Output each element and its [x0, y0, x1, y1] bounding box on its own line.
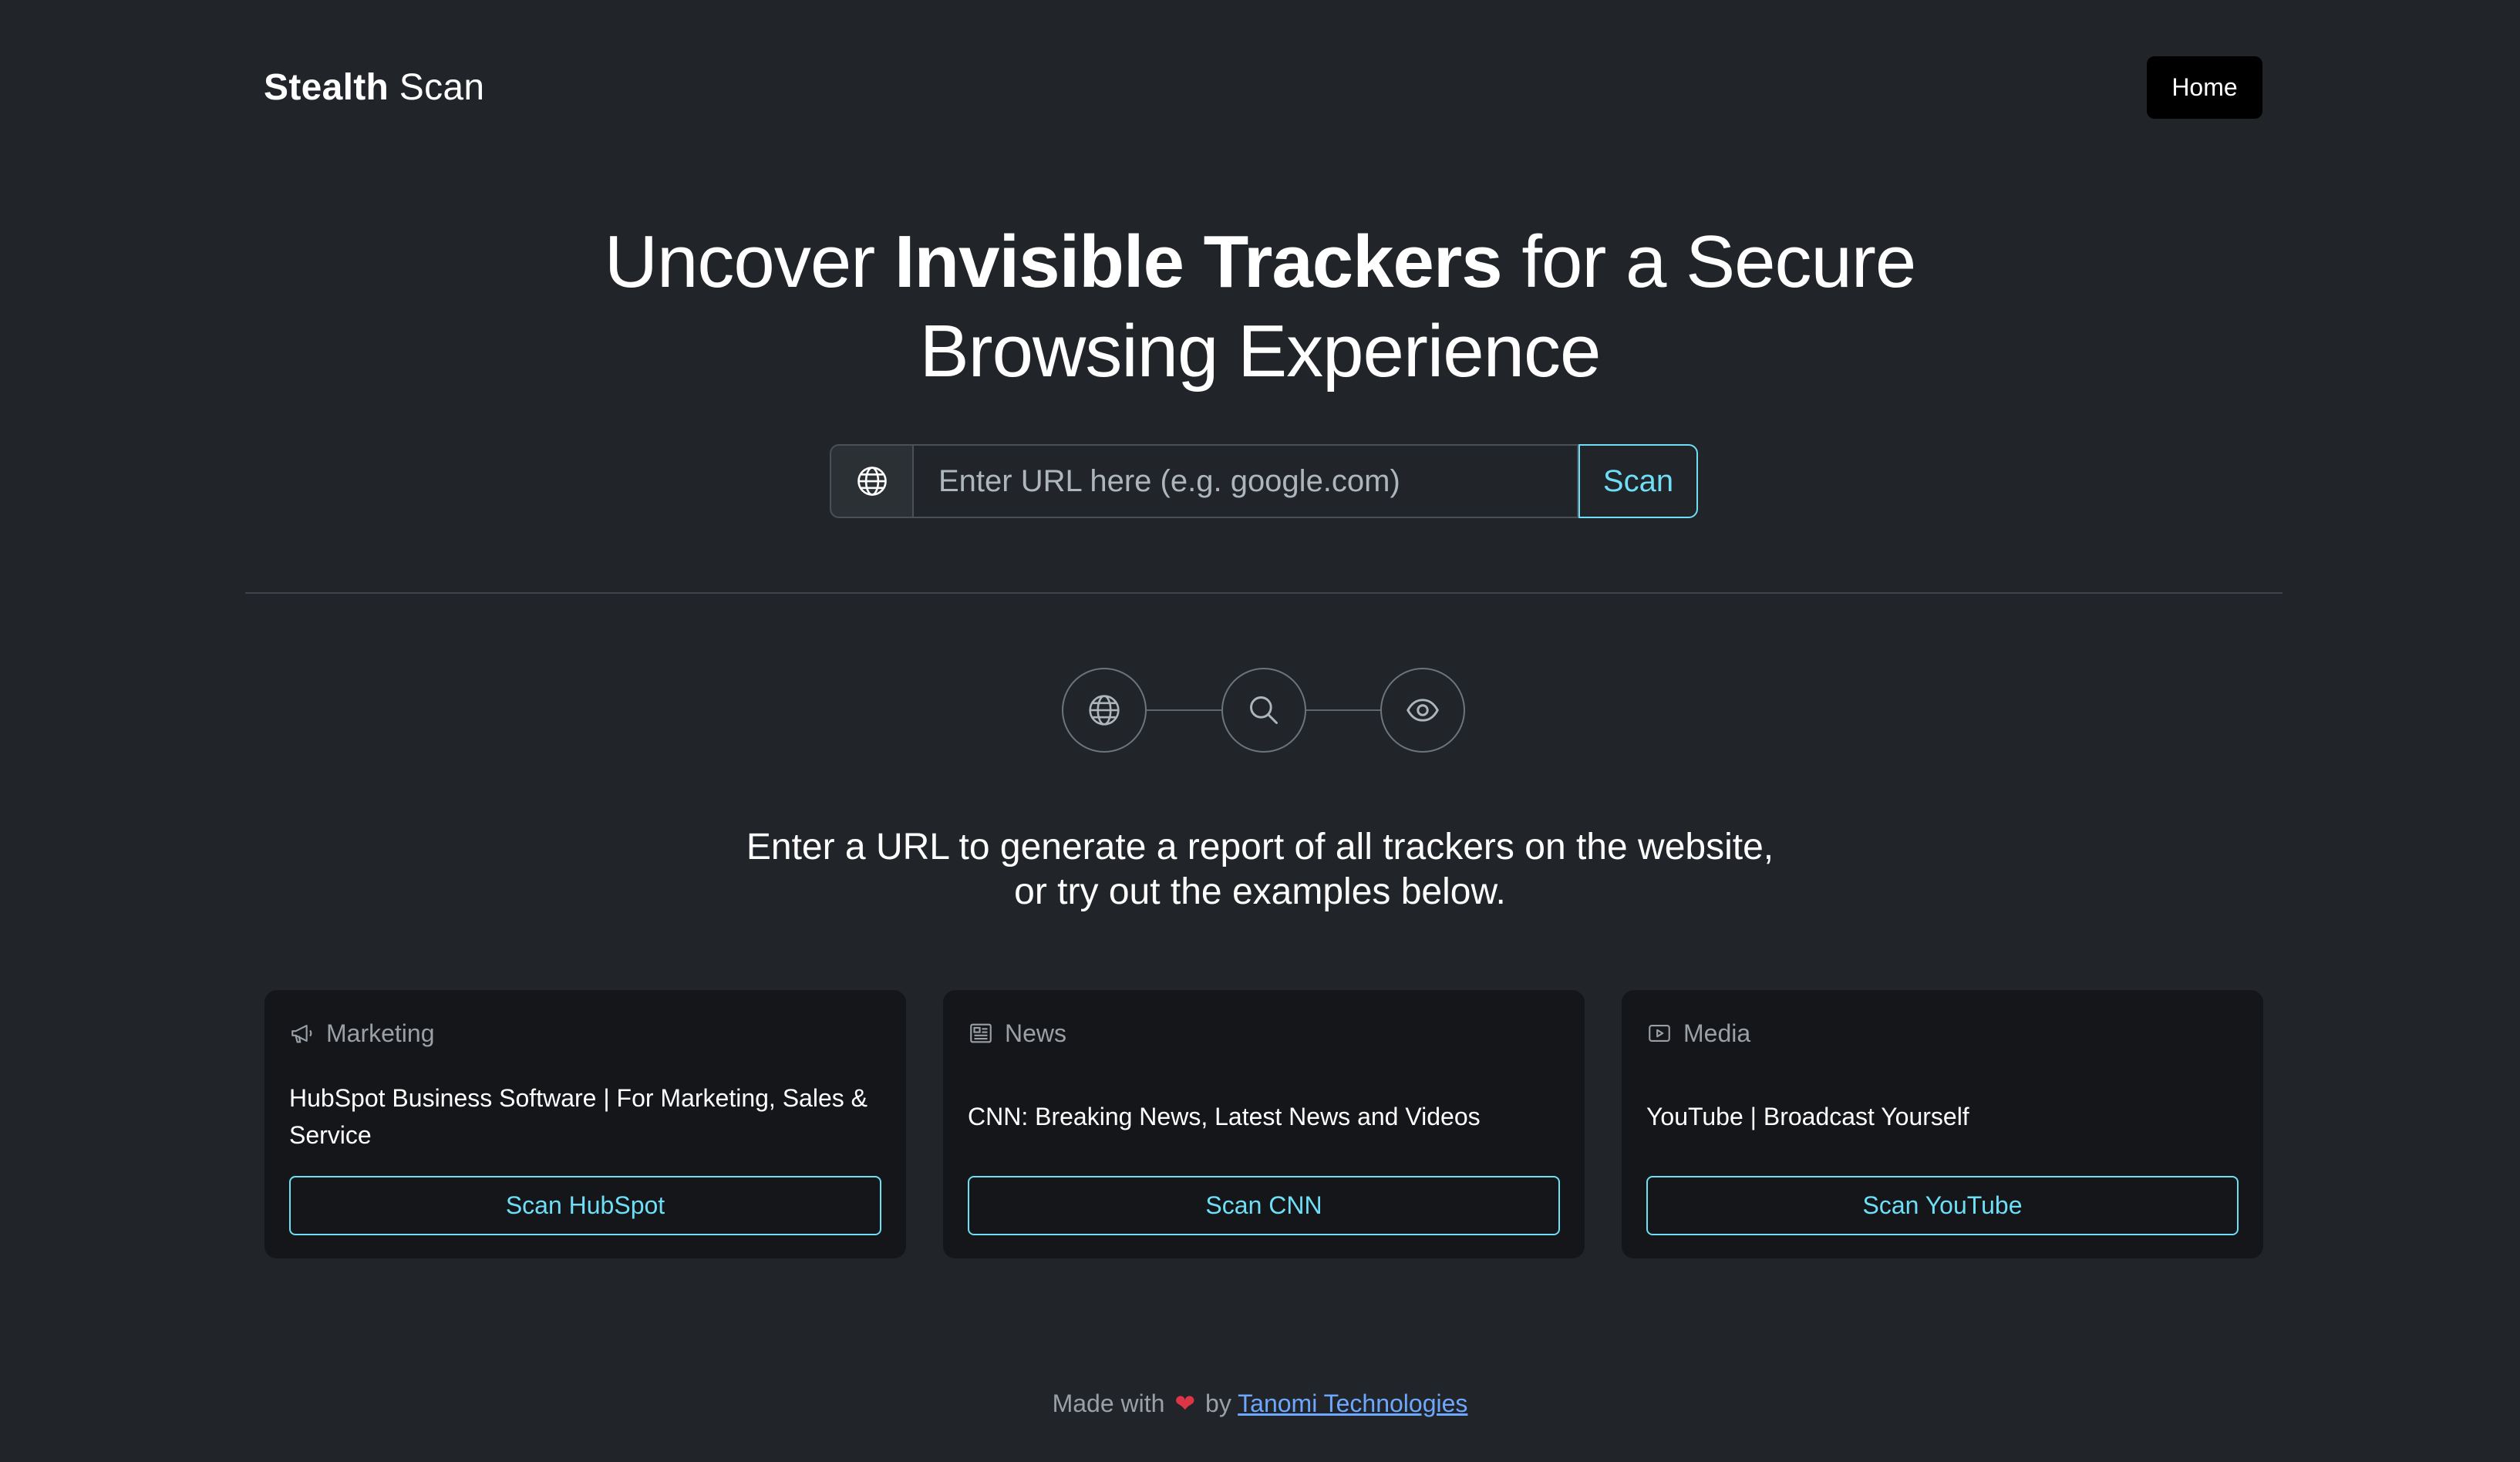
url-input[interactable] — [912, 444, 1578, 518]
title-bold: Invisible Trackers — [894, 221, 1503, 303]
step-connector — [1147, 709, 1221, 711]
card-title-text: HubSpot Business Software | For Marketin… — [289, 1084, 868, 1149]
footer: Made with ❤ by Tanomi Technologies — [0, 1386, 2520, 1420]
card-category-label: Marketing — [326, 1019, 435, 1047]
card-title: YouTube | Broadcast Yourself — [1646, 1073, 2239, 1160]
globe-icon — [1089, 695, 1120, 726]
card-category-label: Media — [1683, 1019, 1751, 1047]
page-title: Uncover Invisible Trackers for a Secure … — [0, 217, 2520, 396]
url-prefix — [830, 444, 912, 518]
card-title: HubSpot Business Software | For Marketin… — [289, 1073, 881, 1160]
page-title-line1: Uncover Invisible Trackers for a Secure — [0, 217, 2520, 307]
step-connector — [1306, 709, 1380, 711]
footer-made-with: Made with — [1052, 1390, 1165, 1417]
brand-logo[interactable]: Stealth Scan — [264, 63, 484, 113]
divider — [245, 592, 2282, 594]
tanomi-link[interactable]: Tanomi Technologies — [1238, 1390, 1467, 1417]
brand-light: Scan — [399, 67, 485, 108]
card-category: Media — [1646, 1018, 1750, 1049]
url-search-bar: Scan — [830, 444, 1698, 518]
scan-button[interactable]: Scan — [1578, 444, 1698, 518]
card-title: CNN: Breaking News, Latest News and Vide… — [968, 1073, 1560, 1160]
title-pre: Uncover — [604, 221, 894, 303]
step-eye — [1380, 668, 1465, 753]
home-button[interactable]: Home — [2147, 56, 2262, 119]
process-steps — [1062, 668, 1465, 753]
page: Stealth Scan Home Uncover Invisible Trac… — [0, 0, 2520, 1462]
globe-icon — [857, 467, 887, 496]
instructions-line2: or try out the examples below. — [1014, 871, 1506, 912]
example-card-media: Media YouTube | Broadcast Yourself Scan … — [1622, 990, 2263, 1258]
card-category: Marketing — [289, 1018, 435, 1049]
scan-youtube-button[interactable]: Scan YouTube — [1646, 1176, 2239, 1235]
instructions-line1: Enter a URL to generate a report of all … — [746, 827, 1774, 867]
page-title-line2: Browsing Experience — [919, 310, 1602, 392]
heart-icon: ❤ — [1174, 1390, 1196, 1417]
play-icon — [1649, 1025, 1670, 1042]
scan-cnn-button[interactable]: Scan CNN — [968, 1176, 1560, 1235]
example-card-news: News CNN: Breaking News, Latest News and… — [943, 990, 1585, 1258]
newspaper-icon — [970, 1023, 992, 1043]
title-post: for a Secure — [1501, 221, 1916, 303]
card-title-text: CNN: Breaking News, Latest News and Vide… — [968, 1103, 1481, 1130]
search-icon — [1250, 696, 1278, 724]
step-globe — [1062, 668, 1147, 753]
card-title-text: YouTube | Broadcast Yourself — [1646, 1103, 1969, 1130]
megaphone-icon — [291, 1025, 312, 1043]
footer-by: by — [1205, 1390, 1231, 1417]
scan-hubspot-button[interactable]: Scan HubSpot — [289, 1176, 881, 1235]
step-search — [1221, 668, 1306, 753]
card-category: News — [968, 1018, 1066, 1049]
card-category-label: News — [1005, 1019, 1067, 1047]
brand-bold: Stealth — [264, 67, 389, 108]
instructions-text: Enter a URL to generate a report of all … — [0, 825, 2520, 915]
eye-icon — [1407, 699, 1439, 722]
example-card-marketing: Marketing HubSpot Business Software | Fo… — [264, 990, 906, 1258]
